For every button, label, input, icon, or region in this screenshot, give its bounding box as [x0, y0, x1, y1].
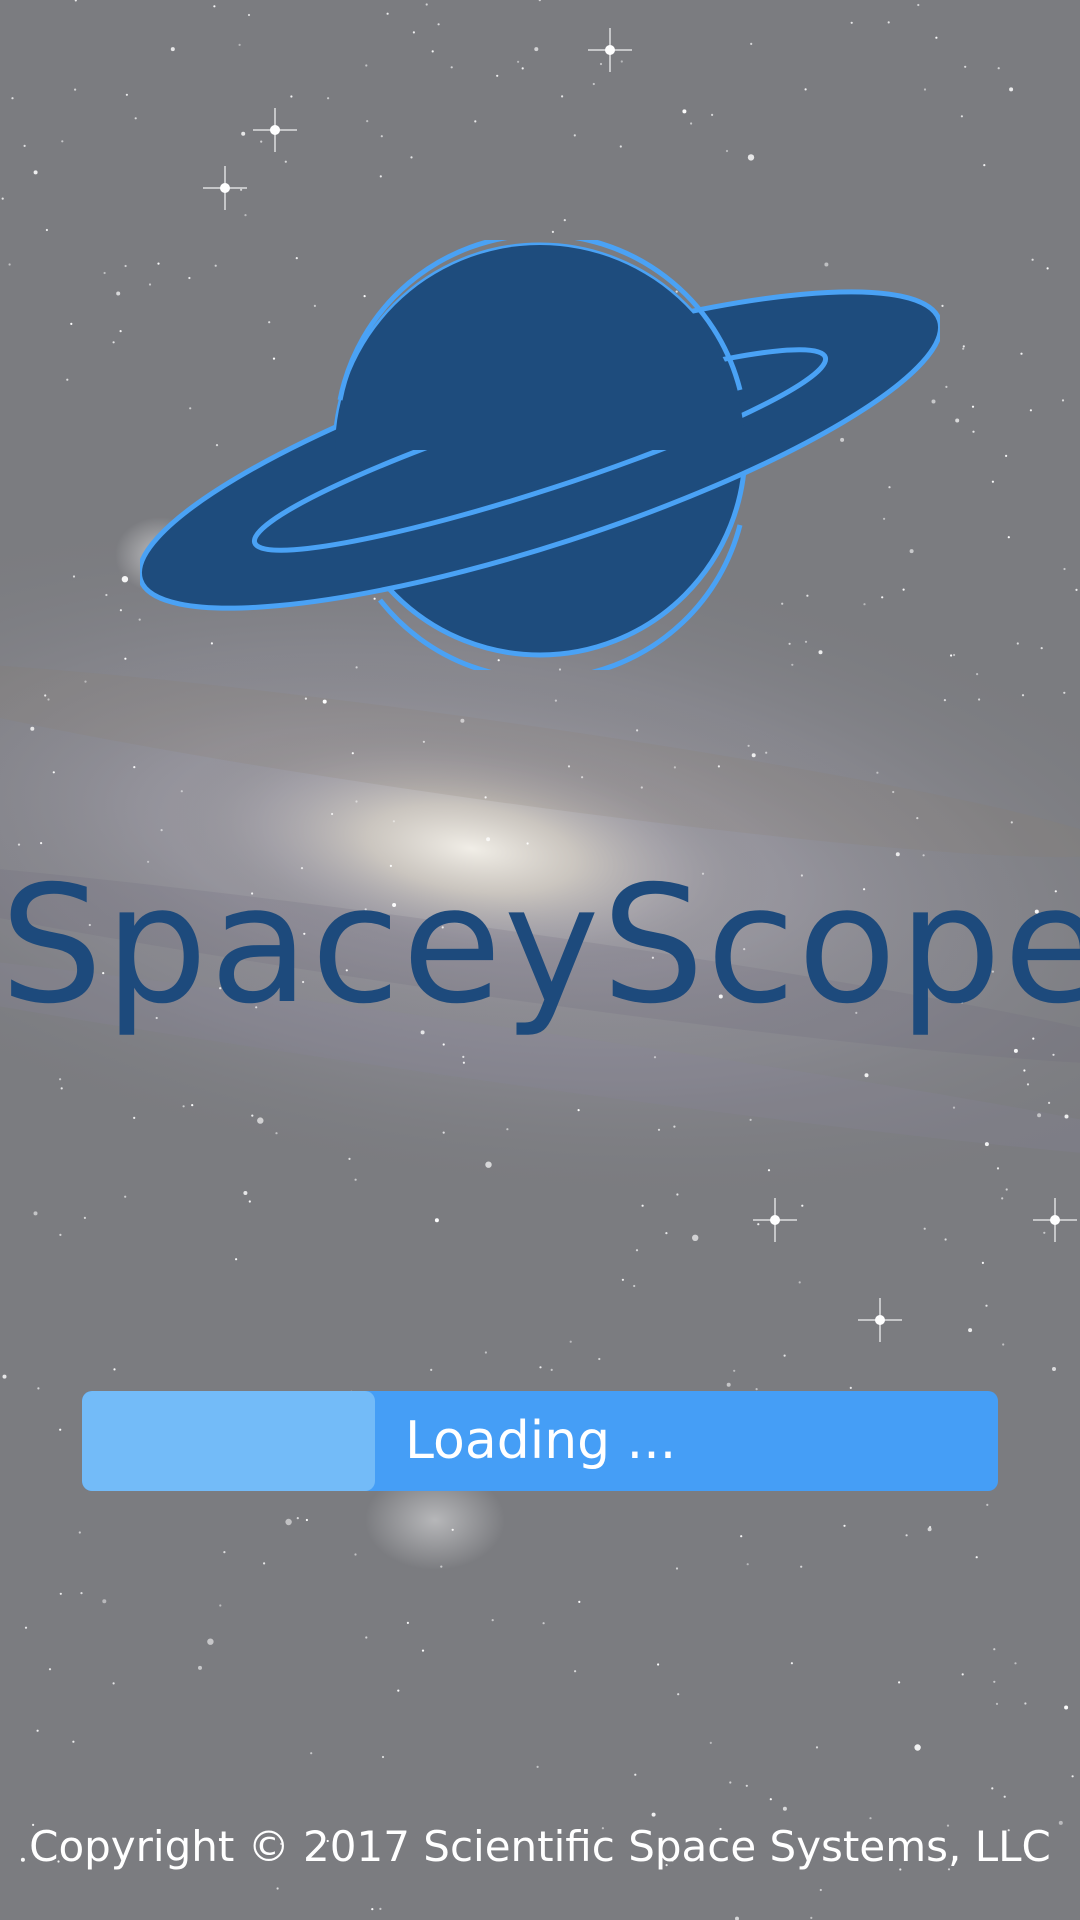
app-title: SpaceyScope — [0, 852, 1080, 1040]
ringed-planet-icon — [140, 240, 940, 670]
loading-label: Loading ... — [405, 1411, 677, 1471]
copyright-text: Copyright © 2017 Scientific Space System… — [29, 1822, 1051, 1871]
splash-screen: SpaceyScope Loading ... Copyright © 2017… — [0, 0, 1080, 1920]
loading-progress-fill — [82, 1391, 375, 1491]
loading-progress-bar: Loading ... — [82, 1391, 998, 1491]
